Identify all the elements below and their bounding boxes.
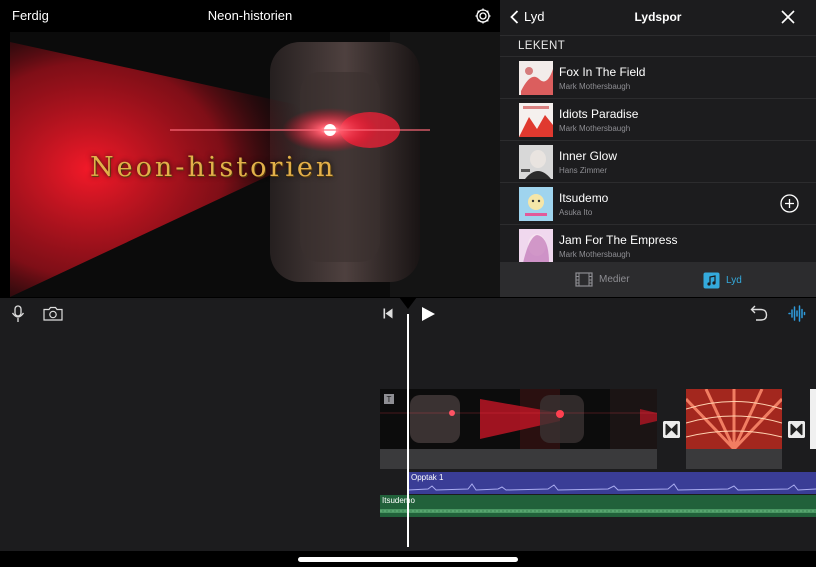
song-artist: Hans Zimmer [559,166,608,175]
video-clip[interactable] [686,389,782,449]
gear-icon[interactable] [474,7,492,25]
transition-icon[interactable] [788,421,805,438]
song-title: Idiots Paradise [559,107,639,121]
tab-audio[interactable]: Lyd [703,272,742,289]
song-title: Fox In The Field [559,65,646,79]
home-indicator[interactable] [298,557,518,562]
clip-audio-strip [686,449,782,469]
soundtrack-item[interactable]: Fox In The Field Mark Mothersbaugh [500,56,816,98]
album-art [519,103,553,137]
panel-title: Lydspor [634,10,682,24]
clip-thumbnail-strip: T [380,389,657,449]
add-circle-icon[interactable] [780,194,799,213]
video-preview[interactable]: Neon-historien [10,32,502,297]
film-icon [575,272,593,287]
music-track[interactable]: Itsudemo [380,495,816,517]
soundtrack-item[interactable]: Idiots Paradise Mark Mothersbaugh [500,98,816,140]
playhead-notch [399,297,417,309]
play-icon[interactable] [421,306,436,322]
song-artist: Mark Mothersbaugh [559,124,631,133]
song-artist: Mark Mothersbaugh [559,82,631,91]
panel-header: Lyd Lydspor [500,0,816,36]
album-art [519,187,553,221]
video-title-overlay: Neon-historien [90,152,337,183]
music-note-icon [703,272,720,289]
tab-media[interactable]: Medier [575,272,630,287]
clip-audio-strip [380,449,657,469]
audio-waveform-icon[interactable] [788,305,806,322]
audio-browser-panel: Lyd Lydspor LEKENT Fox In The Field Mark… [500,0,816,297]
music-waveform [380,509,816,513]
soundtrack-item[interactable]: Jam For The Empress Mark Mothersbaugh [500,224,816,266]
top-bar: Ferdig Neon-historien [0,0,500,32]
panel-tab-bar: Medier Lyd [500,262,816,297]
album-art [519,229,553,263]
section-header: LEKENT [518,40,566,52]
tab-media-label: Medier [599,274,630,285]
song-title: Itsudemo [559,191,609,205]
microphone-icon[interactable] [11,305,25,323]
playhead[interactable] [407,314,409,547]
soundtrack-item[interactable]: Inner Glow Hans Zimmer [500,140,816,182]
video-clip[interactable] [810,389,816,449]
close-icon[interactable] [781,10,795,24]
tab-audio-label: Lyd [726,275,742,286]
music-track-label: Itsudemo [382,496,415,505]
video-clip[interactable]: T [380,389,657,449]
song-title: Inner Glow [559,149,618,163]
project-title: Neon-historien [207,8,293,23]
song-artist: Mark Mothersbaugh [559,250,631,259]
svg-text:T: T [387,395,392,404]
song-artist: Asuka Ito [559,208,593,217]
soundtrack-list: Fox In The Field Mark Mothersbaugh Idiot… [500,56,816,266]
voiceover-waveform [408,483,816,491]
song-title: Jam For The Empress [559,233,678,247]
album-art [519,61,553,95]
transition-icon[interactable] [663,421,680,438]
skip-to-start-icon[interactable] [383,308,393,319]
undo-icon[interactable] [750,305,768,321]
camera-icon[interactable] [43,306,63,321]
clip-thumbnail-strip [686,389,782,449]
voiceover-track[interactable]: Opptak 1 [408,472,816,494]
album-art [519,145,553,179]
soundtrack-item[interactable]: Itsudemo Asuka Ito [500,182,816,224]
